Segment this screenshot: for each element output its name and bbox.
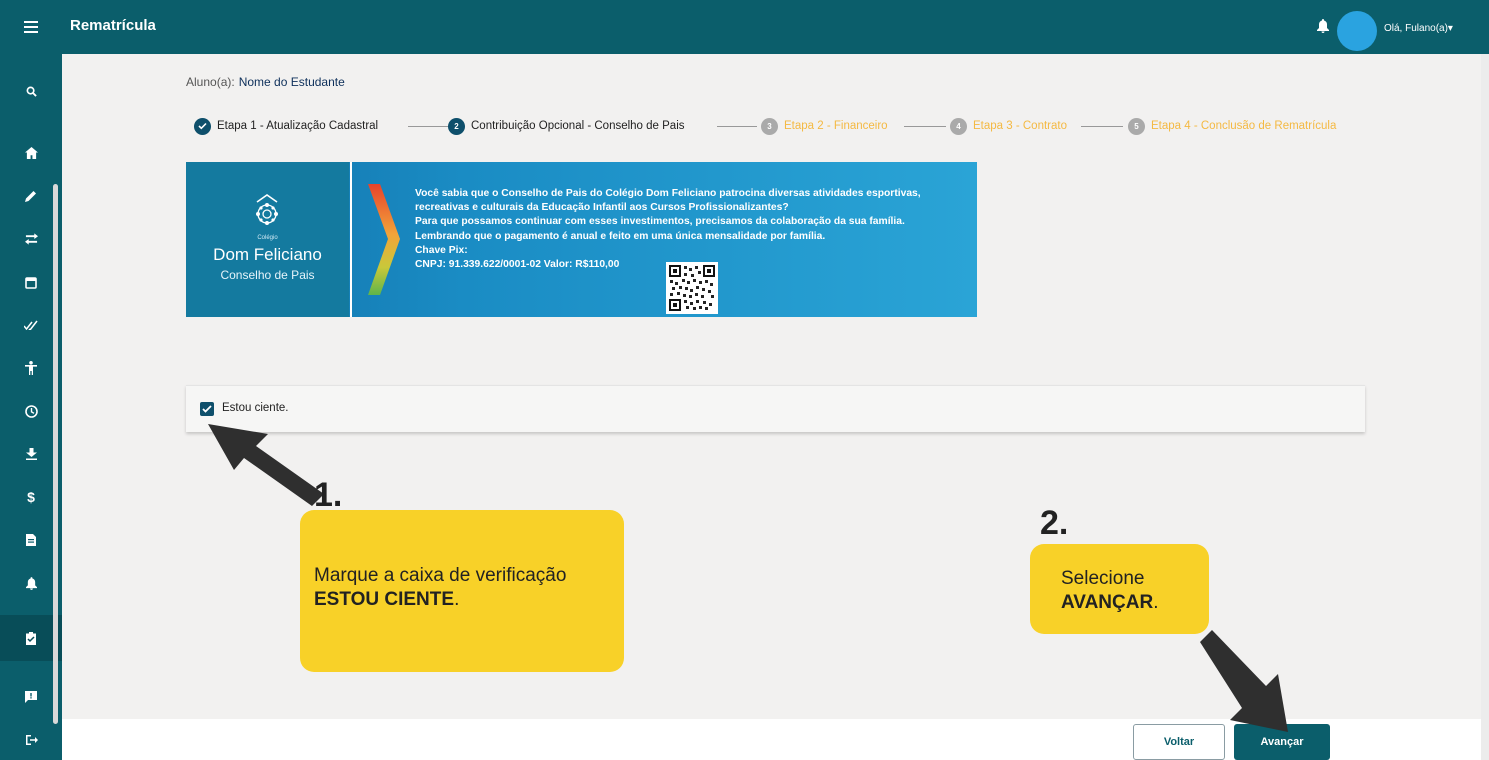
callout-text: Marque a caixa de verificação bbox=[314, 565, 567, 586]
callout-emphasis: ESTOU CIENTE bbox=[314, 589, 455, 610]
banner-message: Você sabia que o Conselho de Pais do Col… bbox=[415, 187, 975, 272]
annotation-number-2: 2. bbox=[1040, 504, 1069, 542]
student-name: Nome do Estudante bbox=[238, 75, 345, 89]
pencil-icon bbox=[25, 191, 36, 202]
banner-colegio: Colégio bbox=[257, 235, 278, 241]
banner-line: Chave Pix: bbox=[415, 244, 468, 256]
menu-button[interactable] bbox=[0, 0, 62, 54]
check-icon bbox=[194, 117, 211, 135]
consent-label[interactable]: Estou ciente. bbox=[222, 402, 288, 414]
school-logo-icon bbox=[256, 194, 278, 225]
step-number: 2 bbox=[448, 117, 465, 135]
calendar-icon bbox=[25, 276, 37, 289]
user-greeting: Olá, Fulano(a) bbox=[1384, 23, 1448, 34]
student-info: Aluno(a): Nome do Estudante bbox=[186, 75, 345, 89]
callout-text: ESTOU CIENTE. bbox=[314, 589, 459, 611]
step-number: 5 bbox=[1128, 117, 1145, 135]
top-bar: Rematrícula Olá, Fulano(a)▾ bbox=[0, 0, 1489, 54]
step-4: 4 Etapa 3 - Contrato bbox=[950, 116, 1067, 136]
dollar-icon: $ bbox=[27, 489, 35, 505]
clock-icon bbox=[24, 404, 38, 418]
banner-divider bbox=[350, 162, 352, 317]
qr-code-icon bbox=[669, 265, 715, 311]
clipboard-check-icon bbox=[26, 631, 36, 645]
qr-code bbox=[666, 262, 718, 314]
step-connector bbox=[717, 126, 757, 127]
sidebar-item-search[interactable] bbox=[0, 74, 62, 108]
check-icon bbox=[202, 405, 212, 413]
accessibility-icon bbox=[25, 361, 37, 375]
sidebar: $ bbox=[0, 54, 62, 760]
step-number: 3 bbox=[761, 117, 778, 135]
annotation-callout-1: Marque a caixa de verificação ESTOU CIEN… bbox=[300, 510, 624, 672]
arrow-up-left-icon bbox=[208, 424, 324, 506]
sidebar-item-home[interactable] bbox=[0, 136, 62, 170]
banner-council-name: Conselho de Pais bbox=[220, 268, 315, 282]
chevron-down-icon: ▾ bbox=[1447, 23, 1453, 34]
arrow-down-right-icon bbox=[1200, 630, 1288, 732]
callout-suffix: . bbox=[454, 589, 460, 610]
step-5: 5 Etapa 4 - Conclusão de Rematrícula bbox=[1128, 116, 1336, 136]
sidebar-scrollbar[interactable] bbox=[53, 184, 58, 724]
home-icon bbox=[24, 147, 38, 159]
step-label: Etapa 2 - Financeiro bbox=[784, 120, 888, 132]
logout-icon bbox=[25, 735, 38, 745]
page-title: Rematrícula bbox=[70, 17, 156, 34]
download-icon bbox=[25, 448, 37, 460]
callout-text: Selecione bbox=[1061, 568, 1145, 589]
step-2: 2 Contribuição Opcional - Conselho de Pa… bbox=[448, 116, 685, 136]
consent-checkbox[interactable] bbox=[200, 402, 214, 416]
document-icon bbox=[26, 534, 36, 546]
stepper: Etapa 1 - Atualização Cadastral 2 Contri… bbox=[186, 116, 1376, 136]
step-connector bbox=[904, 126, 946, 127]
student-label: Aluno(a): bbox=[186, 75, 235, 89]
user-menu[interactable]: Olá, Fulano(a)▾ bbox=[1384, 23, 1453, 34]
banner-line: recreativas e culturais da Educação Infa… bbox=[415, 202, 789, 214]
callout-emphasis: AVANÇAR bbox=[1061, 592, 1154, 613]
step-1: Etapa 1 - Atualização Cadastral bbox=[194, 116, 378, 136]
step-number: 4 bbox=[950, 117, 967, 135]
callout-text: AVANÇAR. bbox=[1061, 592, 1158, 614]
bell-icon bbox=[1317, 19, 1329, 33]
step-label: Etapa 1 - Atualização Cadastral bbox=[217, 120, 379, 132]
step-label: Contribuição Opcional - Conselho de Pais bbox=[471, 120, 685, 132]
step-label: Etapa 3 - Contrato bbox=[973, 120, 1067, 132]
step-label: Etapa 4 - Conclusão de Rematrícula bbox=[1151, 120, 1337, 132]
hamburger-icon bbox=[24, 21, 38, 33]
banner-line: Você sabia que o Conselho de Pais do Col… bbox=[415, 188, 921, 199]
council-banner: Colégio Dom Feliciano Conselho de Pais V… bbox=[186, 162, 977, 317]
banner-line: Lembrando que o pagamento é anual e feit… bbox=[415, 230, 826, 242]
double-check-icon bbox=[24, 320, 38, 330]
feedback-icon bbox=[25, 691, 37, 703]
bell-icon bbox=[25, 576, 37, 590]
chevron-right-icon bbox=[368, 184, 400, 295]
sidebar-item-logout[interactable] bbox=[0, 723, 62, 757]
annotation-callout-2: Selecione AVANÇAR. bbox=[1030, 544, 1209, 634]
banner-school-name: Dom Feliciano bbox=[213, 245, 322, 264]
step-3: 3 Etapa 2 - Financeiro bbox=[761, 116, 888, 136]
step-connector bbox=[408, 126, 451, 127]
transfer-icon bbox=[24, 233, 38, 245]
consent-panel: Estou ciente. bbox=[186, 385, 1365, 432]
step-connector bbox=[1081, 126, 1123, 127]
callout-suffix: . bbox=[1153, 592, 1159, 613]
avatar[interactable] bbox=[1337, 11, 1377, 51]
banner-line: Para que possamos continuar com esses in… bbox=[415, 216, 905, 228]
page-scroll-track[interactable] bbox=[1481, 54, 1489, 760]
search-icon bbox=[26, 86, 37, 97]
notifications-button[interactable] bbox=[1317, 19, 1329, 38]
